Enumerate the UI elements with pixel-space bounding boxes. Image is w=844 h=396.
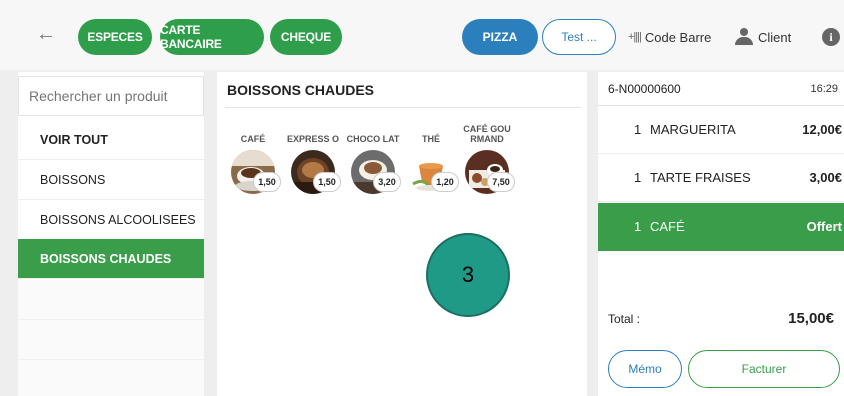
product-tile-chocolat[interactable]: CHOCO LAT 3,20 <box>343 116 403 216</box>
category-boissons-alcoolisees[interactable]: BOISSONS ALCOOLISEES <box>18 200 204 240</box>
ticket-id: 6-N00000600 <box>608 82 681 96</box>
test-button[interactable]: Test ... <box>542 19 616 55</box>
ticket-header: 6-N00000600 16:29 <box>598 72 844 106</box>
client-label: Client <box>758 29 792 45</box>
price-badge: 1,20 <box>431 172 459 192</box>
back-arrow-icon[interactable]: ← <box>34 22 58 46</box>
product-name: THÉ <box>422 134 440 144</box>
product-tile-cafe[interactable]: CAFÉ 1,50 <box>223 116 283 216</box>
total-label: Total : <box>608 312 641 326</box>
carte-bancaire-button[interactable]: CARTE BANCAIRE <box>160 19 264 55</box>
order-ticket: 6-N00000600 16:29 1 MARGUERITA 12,00€ 1 … <box>598 72 844 396</box>
category-title: BOISSONS CHAUDES <box>227 82 375 98</box>
product-name: CAFÉ GOU RMAND <box>463 124 511 144</box>
product-name: CAFÉ <box>240 134 266 144</box>
price-badge: 1,50 <box>253 172 281 192</box>
product-name: CHOCO LAT <box>346 134 400 144</box>
top-bar: ← ESPECES CARTE BANCAIRE CHEQUE PIZZA Te… <box>0 0 844 70</box>
total-value: 15,00€ <box>788 310 834 327</box>
line-amount: Offert <box>806 219 842 234</box>
user-icon <box>734 28 754 46</box>
client-button[interactable]: Client <box>734 26 791 48</box>
product-name: EXPRESS O <box>286 134 340 144</box>
empty-category-slot <box>18 320 204 360</box>
product-panel: BOISSONS CHAUDES CAFÉ 1,50 EXPRESS O 1,5… <box>217 72 587 396</box>
product-tile-cafe-gourmand[interactable]: CAFÉ GOU RMAND 7,50 <box>457 116 517 216</box>
barcode-label: Code Barre <box>644 29 712 45</box>
empty-category-slot <box>18 280 204 320</box>
step-marker: 3 <box>426 233 510 317</box>
line-name: CAFÉ <box>650 219 685 234</box>
category-boissons-chaudes[interactable]: BOISSONS CHAUDES <box>18 239 204 279</box>
line-name: MARGUERITA <box>650 122 736 137</box>
line-name: TARTE FRAISES <box>650 170 751 185</box>
price-badge: 1,50 <box>313 172 341 192</box>
facturer-button[interactable]: Facturer <box>688 350 840 388</box>
barcode-button[interactable]: +|||| Code Barre <box>628 26 711 48</box>
product-tile-the[interactable]: THÉ 1,20 <box>401 116 461 216</box>
line-amount: 12,00€ <box>802 122 842 137</box>
divider <box>225 107 581 108</box>
barcode-icon: +|||| <box>628 31 642 43</box>
ticket-line[interactable]: 1 MARGUERITA 12,00€ <box>598 106 844 154</box>
category-sidebar: VOIR TOUT BOISSONS BOISSONS ALCOOLISEES … <box>18 72 204 396</box>
line-qty: 1 <box>634 170 642 185</box>
ticket-line-selected[interactable]: 1 CAFÉ Offert <box>598 203 844 251</box>
category-boissons[interactable]: BOISSONS <box>18 160 204 200</box>
empty-category-slot <box>18 360 204 396</box>
line-qty: 1 <box>634 219 642 234</box>
info-icon[interactable]: i <box>822 28 840 46</box>
pizza-button[interactable]: PIZZA <box>462 19 538 55</box>
cheque-button[interactable]: CHEQUE <box>270 19 342 55</box>
price-badge: 3,20 <box>373 172 401 192</box>
memo-button[interactable]: Mémo <box>608 350 682 388</box>
price-badge: 7,50 <box>487 172 515 192</box>
ticket-time: 16:29 <box>810 83 838 95</box>
especes-button[interactable]: ESPECES <box>78 19 152 55</box>
category-voir-tout[interactable]: VOIR TOUT <box>18 120 204 160</box>
line-qty: 1 <box>634 122 642 137</box>
ticket-line[interactable]: 1 TARTE FRAISES 3,00€ <box>598 154 844 202</box>
line-amount: 3,00€ <box>809 170 842 185</box>
product-tile-expresso[interactable]: EXPRESS O 1,50 <box>283 116 343 216</box>
product-search-input[interactable] <box>18 76 204 116</box>
